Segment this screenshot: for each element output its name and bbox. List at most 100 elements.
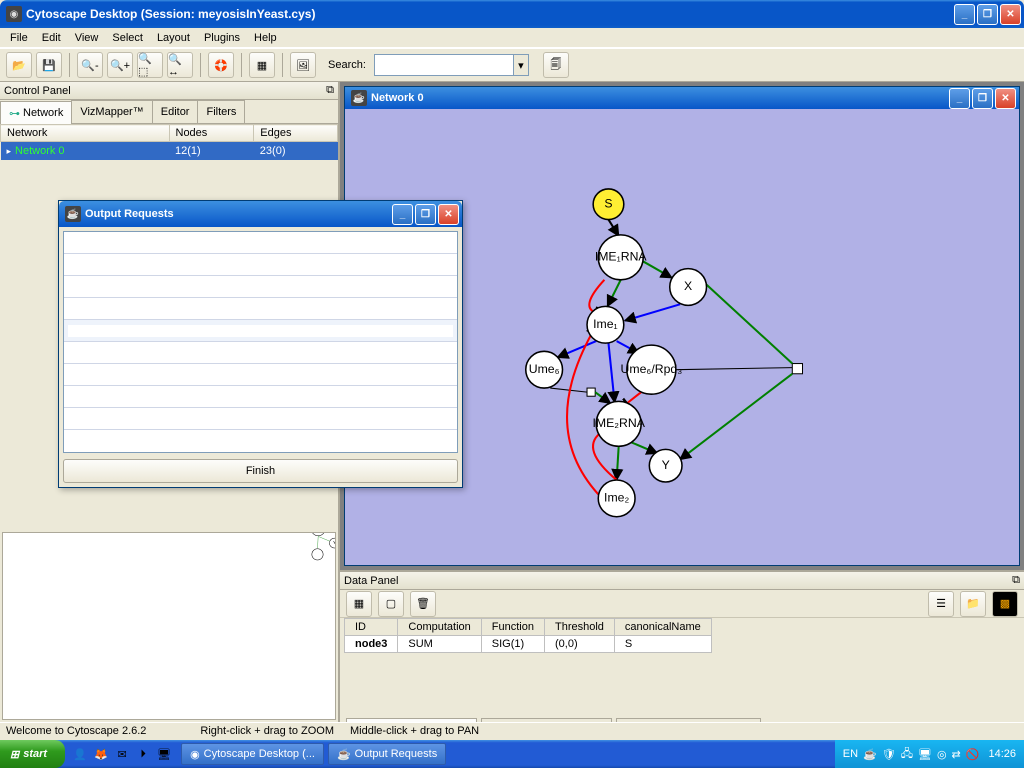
col-nodes[interactable]: Nodes <box>169 125 254 142</box>
finish-button[interactable]: Finish <box>63 459 458 483</box>
inner-maximize-button[interactable]: ❐ <box>972 88 993 109</box>
zoom-out-button[interactable]: 🔍- <box>77 52 103 78</box>
dialog-maximize-button[interactable]: ❐ <box>415 204 436 225</box>
vizmap-button[interactable]: ▦ <box>249 52 275 78</box>
java-icon: ☕ <box>351 90 367 106</box>
zoom-selected-button[interactable]: 🔍⬚ <box>137 52 163 78</box>
list-item[interactable] <box>64 232 457 254</box>
ql-desktop-icon[interactable]: 🖥 <box>155 745 173 763</box>
restore-button[interactable]: ❐ <box>977 4 998 25</box>
dialog-close-button[interactable]: ✕ <box>438 204 459 225</box>
search-input[interactable] <box>374 54 514 76</box>
export-image-icon: 🖼 <box>296 59 310 72</box>
screenshot-button[interactable]: 🖼 <box>290 52 316 78</box>
col-id[interactable]: ID <box>345 619 398 636</box>
open-folder-button[interactable]: 📁 <box>960 591 986 617</box>
menu-edit[interactable]: Edit <box>36 30 67 46</box>
ql-thunderbird-icon[interactable]: ✉ <box>113 745 131 763</box>
tab-editor[interactable]: Editor <box>152 100 199 123</box>
network-overview[interactable]: S X Y <box>2 532 336 720</box>
list-item[interactable] <box>64 364 457 386</box>
system-tray[interactable]: EN ☕ 🛡 🖧 🖥 ◎ ⇄ 🚫 14:26 <box>835 740 1024 768</box>
open-button[interactable]: 📂 <box>6 52 32 78</box>
folder-open-icon: 📂 <box>12 59 26 72</box>
table-row[interactable]: node3 SUM SIG(1) (0,0) S <box>345 636 712 653</box>
svg-text:Y: Y <box>662 458 670 472</box>
taskbar-item-cytoscape[interactable]: ◉Cytoscape Desktop (... <box>181 743 324 765</box>
tray-blocked-icon[interactable]: 🚫 <box>966 748 980 761</box>
main-titlebar: ◉ Cytoscape Desktop (Session: meyosisInY… <box>0 0 1024 28</box>
list-item[interactable] <box>64 386 457 408</box>
attribute-table[interactable]: ID Computation Function Threshold canoni… <box>344 618 712 653</box>
ql-winamp-icon[interactable]: ⏵ <box>134 745 152 763</box>
list-item[interactable] <box>64 342 457 364</box>
tray-usb-icon[interactable]: ⇄ <box>952 748 961 761</box>
tree-expand-icon[interactable]: ▸ <box>7 146 12 156</box>
toolbar: 📂 💾 🔍- 🔍+ 🔍⬚ 🔍↔ 🛟 ▦ 🖼 Search: ▾ 🗐 <box>0 48 1024 82</box>
list-item[interactable] <box>64 430 457 452</box>
new-attr-button[interactable]: ▢ <box>378 591 404 617</box>
menu-select[interactable]: Select <box>106 30 149 46</box>
menu-help[interactable]: Help <box>248 30 283 46</box>
network-window-title: Network 0 <box>371 92 949 104</box>
tab-network[interactable]: ⊶Network <box>0 101 72 124</box>
menu-view[interactable]: View <box>69 30 105 46</box>
menu-plugins[interactable]: Plugins <box>198 30 246 46</box>
tray-shield-icon[interactable]: 🛡 <box>882 748 896 761</box>
svg-text:Ume₆: Ume₆ <box>529 362 560 376</box>
output-requests-dialog: ☕ Output Requests _ ❐ ✕ Finish <box>58 200 463 488</box>
save-button[interactable]: 💾 <box>36 52 62 78</box>
clock[interactable]: 14:26 <box>988 748 1016 760</box>
svg-text:S: S <box>604 196 612 210</box>
tray-display-icon[interactable]: 🖥 <box>918 748 932 761</box>
language-indicator[interactable]: EN <box>843 748 858 760</box>
output-request-input[interactable] <box>68 325 453 337</box>
list-item[interactable] <box>64 276 457 298</box>
menu-file[interactable]: File <box>4 30 34 46</box>
menu-layout[interactable]: Layout <box>151 30 196 46</box>
col-computation[interactable]: Computation <box>398 619 481 636</box>
search-config-button[interactable]: 🗐 <box>543 52 569 78</box>
col-canonicalname[interactable]: canonicalName <box>614 619 711 636</box>
tray-network-icon[interactable]: 🖧 <box>901 745 913 764</box>
col-threshold[interactable]: Threshold <box>544 619 614 636</box>
tray-nvidia-icon[interactable]: ◎ <box>937 748 947 761</box>
list-item[interactable] <box>64 298 457 320</box>
heatmap-button[interactable]: ▩ <box>992 591 1018 617</box>
windows-logo-icon: ⊞ <box>10 748 19 761</box>
select-attrs-button[interactable]: ▦ <box>346 591 372 617</box>
minimize-button[interactable]: _ <box>954 4 975 25</box>
network-window-titlebar[interactable]: ☕ Network 0 _ ❐ ✕ <box>345 87 1019 109</box>
list-item[interactable] <box>64 254 457 276</box>
delete-attr-button[interactable]: 🗑 <box>410 591 436 617</box>
help-button[interactable]: 🛟 <box>208 52 234 78</box>
col-edges[interactable]: Edges <box>254 125 338 142</box>
inner-close-button[interactable]: ✕ <box>995 88 1016 109</box>
taskbar-item-output[interactable]: ☕Output Requests <box>328 743 446 765</box>
import-table-button[interactable]: ☰ <box>928 591 954 617</box>
start-button[interactable]: ⊞start <box>0 740 65 768</box>
list-item-current[interactable] <box>64 320 457 342</box>
zoom-in-button[interactable]: 🔍+ <box>107 52 133 78</box>
dialog-titlebar[interactable]: ☕ Output Requests _ ❐ ✕ <box>59 201 462 227</box>
tray-java-icon[interactable]: ☕ <box>863 748 877 761</box>
network-row[interactable]: ▸Network 0 12(1) 23(0) <box>1 142 338 161</box>
java-icon: ☕ <box>65 206 81 222</box>
tab-filters[interactable]: Filters <box>197 100 245 123</box>
node-s: S <box>593 189 624 220</box>
zoom-fit-button[interactable]: 🔍↔ <box>167 52 193 78</box>
undock-icon[interactable]: ⧉ <box>1012 574 1020 587</box>
list-item[interactable] <box>64 408 457 430</box>
inner-minimize-button[interactable]: _ <box>949 88 970 109</box>
ql-msn-icon[interactable]: 👤 <box>71 745 89 763</box>
close-button[interactable]: ✕ <box>1000 4 1021 25</box>
output-requests-list[interactable] <box>63 231 458 453</box>
undock-icon[interactable]: ⧉ <box>326 84 334 97</box>
col-function[interactable]: Function <box>481 619 544 636</box>
search-dropdown[interactable]: ▾ <box>513 54 529 76</box>
tab-vizmapper[interactable]: VizMapper™ <box>71 100 152 123</box>
col-network[interactable]: Network <box>1 125 170 142</box>
window-title: Cytoscape Desktop (Session: meyosisInYea… <box>26 7 954 21</box>
dialog-minimize-button[interactable]: _ <box>392 204 413 225</box>
ql-firefox-icon[interactable]: 🦊 <box>92 745 110 763</box>
